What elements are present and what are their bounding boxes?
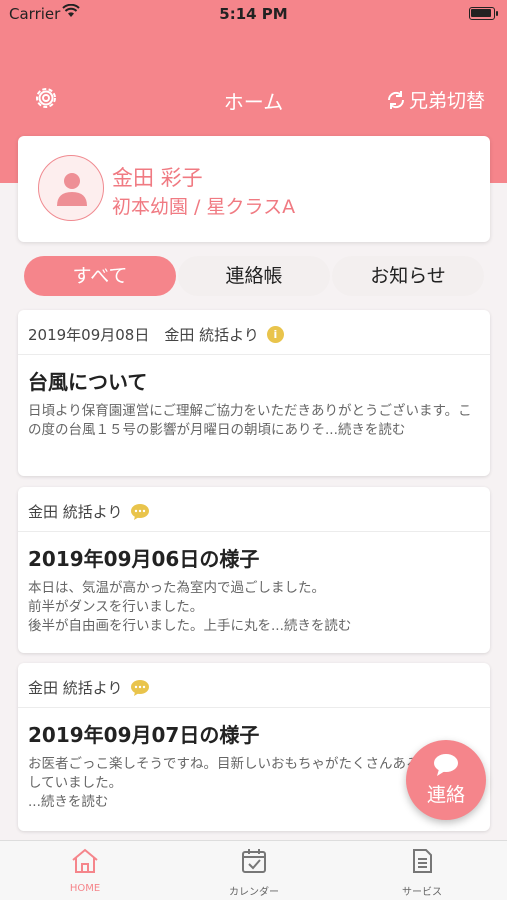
chat-bubble-icon <box>131 503 150 520</box>
card-meta: 金田 統括より <box>28 677 150 698</box>
card-meta-text: 2019年09月08日 金田 統括より <box>28 326 259 344</box>
home-icon <box>72 848 98 873</box>
card-meta: 2019年09月08日 金田 統括より i <box>28 324 284 345</box>
card-meta-text: 金田 統括より <box>28 503 123 521</box>
tabbar-calendar[interactable]: カレンダー <box>194 847 314 898</box>
card-title: 2019年09月06日の様子 <box>28 547 260 571</box>
profile-card: 金田 彩子 初本幼園 / 星クラスA <box>18 136 490 242</box>
divider <box>18 354 490 355</box>
card-body: 本日は、気温が高かった為室内で過ごしました。 前半がダンスを行いました。 後半が… <box>28 580 352 634</box>
tabbar-home[interactable]: HOME <box>25 847 145 894</box>
tabbar-label: カレンダー <box>229 887 279 898</box>
chat-bubble-icon <box>131 679 150 696</box>
sibling-switch-button[interactable]: 兄弟切替 <box>385 86 485 113</box>
avatar <box>38 155 104 221</box>
fab-label: 連絡 <box>426 784 465 806</box>
tab-notices[interactable]: お知らせ <box>332 256 484 296</box>
card-title: 2019年09月07日の様子 <box>28 723 260 747</box>
info-icon: i <box>266 326 284 343</box>
tabbar-label: サービス <box>402 887 442 898</box>
divider <box>18 707 490 708</box>
tabbar-service[interactable]: サービス <box>362 847 482 898</box>
message-card[interactable]: 金田 統括より 2019年09月06日の様子 本日は、気温が高かった為室内で過ご… <box>18 487 490 653</box>
card-meta: 金田 統括より <box>28 501 150 522</box>
status-bar: Carrier 5:14 PM <box>0 0 507 28</box>
chat-bubble-icon <box>434 754 458 776</box>
calendar-icon <box>242 849 266 873</box>
card-title: 台風について <box>28 370 148 394</box>
sibling-switch-label: 兄弟切替 <box>408 90 485 112</box>
bottom-tab-bar: HOME カレンダー サービス <box>0 840 507 900</box>
clock: 5:14 PM <box>219 5 288 23</box>
child-name: 金田 彩子 <box>112 166 203 190</box>
nav-bar: ホーム 兄弟切替 <box>0 80 507 120</box>
battery-icon <box>469 7 498 20</box>
divider <box>18 531 490 532</box>
card-body: 日頃より保育園運営にご理解ご協力をいただきありがとうございます。この度の台風１５… <box>28 403 472 438</box>
document-icon <box>413 849 432 873</box>
tab-contact-book[interactable]: 連絡帳 <box>178 256 330 296</box>
tab-all[interactable]: すべて <box>24 256 176 296</box>
refresh-icon <box>387 90 404 109</box>
user-icon <box>57 173 87 206</box>
filter-tabs: すべて 連絡帳 お知らせ <box>24 256 484 296</box>
card-meta-text: 金田 統括より <box>28 679 123 697</box>
notice-card[interactable]: 2019年09月08日 金田 統括より i 台風について 日頃より保育園運営にご… <box>18 310 490 476</box>
tabbar-label: HOME <box>69 883 101 894</box>
school-class: 初本幼園 / 星クラスA <box>112 196 296 218</box>
contact-fab-button[interactable]: 連絡 <box>406 740 486 820</box>
